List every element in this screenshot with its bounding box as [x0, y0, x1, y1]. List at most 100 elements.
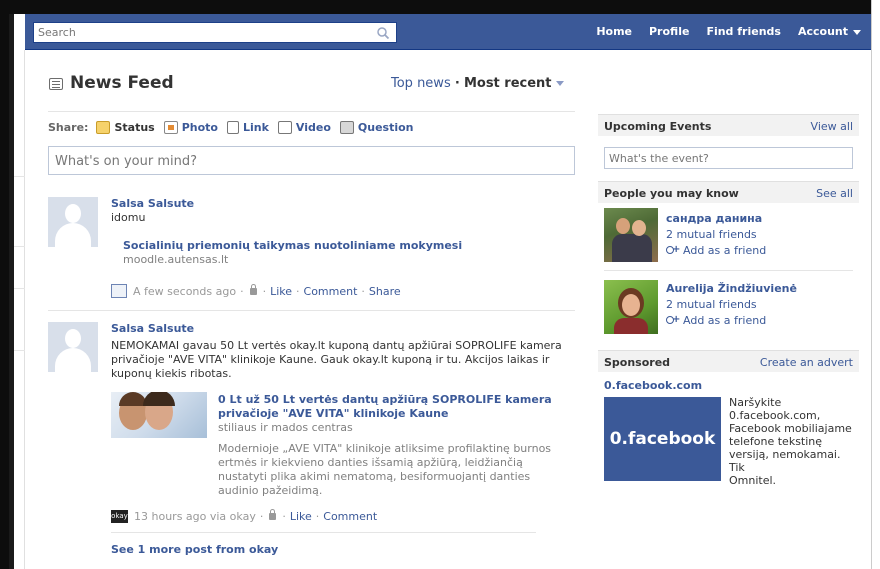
share-video-tab[interactable]: Video — [277, 121, 331, 134]
nav-find-friends[interactable]: Find friends — [699, 14, 791, 50]
link-icon — [226, 121, 239, 134]
left-sidebar-edge — [14, 50, 25, 569]
share-bar: Share: Status Photo Link Video Question — [48, 121, 423, 134]
video-icon — [277, 121, 292, 134]
feed-sort: Top news · Most recent — [391, 76, 564, 91]
add-friend-label: Add as a friend — [683, 314, 767, 327]
avatar[interactable] — [48, 197, 98, 247]
share-photo-tab[interactable]: Photo — [163, 121, 218, 134]
share-question-tab[interactable]: Question — [339, 121, 414, 134]
events-view-all-link[interactable]: View all — [811, 120, 853, 133]
story-author[interactable]: Salsa Salsute — [111, 322, 194, 335]
mutual-friends-link[interactable]: 2 mutual friends — [666, 228, 757, 241]
ad-title-link[interactable]: 0.facebook.com — [604, 379, 702, 392]
search-icon[interactable] — [376, 26, 390, 40]
like-link[interactable]: Like — [270, 285, 292, 298]
lock-icon — [269, 509, 277, 520]
share-link-icon — [111, 284, 127, 298]
pymk-title: People you may know — [604, 187, 739, 200]
attachment-source: stiliaus ir mados centras — [218, 421, 353, 434]
page-title: News Feed — [70, 73, 174, 93]
ad-body-line: telefone tekstinę — [729, 435, 823, 448]
story-timestamp[interactable]: 13 hours ago via okay — [134, 510, 256, 523]
add-friend-icon — [666, 244, 680, 256]
sponsored-header: Sponsored Create an advert — [598, 350, 859, 372]
share-label: Share: — [48, 121, 89, 134]
story-text: idomu — [111, 211, 146, 224]
news-feed-icon — [49, 78, 63, 90]
ad-body: Naršykite 0.facebook.com, Facebook mobil… — [729, 396, 857, 487]
sort-most-recent[interactable]: Most recent — [464, 76, 552, 91]
attachment-desc-line: Modernioje „AVE VITA" klinikoje atliksim… — [218, 442, 552, 455]
chevron-down-icon — [853, 29, 861, 35]
nav-account-label: Account — [797, 25, 848, 38]
story-meta: okay 13 hours ago via okay · · Like · Com… — [111, 509, 378, 523]
divider — [48, 111, 575, 112]
attachment-source: moodle.autensas.lt — [123, 253, 229, 266]
story-timestamp[interactable]: A few seconds ago — [133, 285, 236, 298]
ad-body-line: 0.facebook.com, — [729, 409, 821, 422]
question-icon — [339, 121, 354, 134]
share-status-label: Status — [114, 121, 155, 134]
ad-body-line: Omnitel. — [729, 474, 777, 487]
story-text-line: NEMOKAMAI gavau 50 Lt vertės okay.lt kup… — [111, 339, 562, 352]
story-meta: A few seconds ago · · Like · Comment · Sh… — [111, 283, 401, 298]
sort-separator: · — [454, 76, 460, 91]
nav-profile[interactable]: Profile — [642, 14, 699, 50]
share-status-tab[interactable]: Status — [96, 121, 155, 134]
window-frame-top — [0, 0, 880, 14]
nav-account[interactable]: Account — [791, 14, 871, 50]
window-frame-left — [0, 0, 14, 569]
event-input[interactable]: What's the event? — [604, 147, 853, 169]
share-question-label: Question — [357, 121, 414, 134]
events-header: Upcoming Events View all — [598, 114, 859, 136]
pymk-see-all-link[interactable]: See all — [816, 187, 853, 200]
pymk-header: People you may know See all — [598, 181, 859, 203]
see-more-posts-link[interactable]: See 1 more post from okay — [111, 543, 278, 556]
status-input[interactable]: What's on your mind? — [48, 146, 575, 175]
window-frame-right — [871, 0, 880, 569]
attachment-title[interactable]: Socialinių priemonių taikymas nuotolinia… — [123, 239, 462, 253]
sponsored-title: Sponsored — [604, 356, 671, 369]
add-friend-icon — [666, 314, 680, 326]
ad-body-line: versiją, nemokamai. Tik — [729, 448, 841, 474]
top-bar: Home Profile Find friends Account — [25, 14, 871, 50]
divider — [111, 532, 536, 533]
add-friend-link[interactable]: Add as a friend — [666, 314, 766, 327]
comment-link[interactable]: Comment — [323, 510, 377, 523]
lock-icon — [249, 283, 257, 295]
attachment-desc-line: ertmės ir kiekvieno danties išsamią apži… — [218, 456, 523, 469]
attachment-title-line[interactable]: 0 Lt už 50 Lt vertės dantų apžiūrą SOPRO… — [218, 393, 552, 407]
chevron-down-icon[interactable] — [555, 81, 564, 86]
attachment-thumbnail[interactable] — [111, 392, 207, 438]
person-name[interactable]: сандра данина — [666, 212, 762, 225]
create-advert-link[interactable]: Create an advert — [760, 356, 853, 369]
story-author[interactable]: Salsa Salsute — [111, 197, 194, 210]
share-link-tab[interactable]: Link — [226, 121, 269, 134]
ad-image[interactable]: 0.facebook — [604, 397, 721, 481]
person-photo[interactable] — [604, 280, 658, 334]
search-input[interactable] — [34, 23, 364, 42]
share-photo-label: Photo — [181, 121, 218, 134]
add-friend-label: Add as a friend — [683, 244, 767, 257]
avatar[interactable] — [48, 322, 98, 372]
sort-top-news-link[interactable]: Top news — [391, 76, 451, 91]
share-link[interactable]: Share — [369, 285, 401, 298]
nav-home[interactable]: Home — [589, 14, 642, 50]
like-link[interactable]: Like — [290, 510, 312, 523]
top-nav: Home Profile Find friends Account — [589, 14, 871, 50]
share-video-label: Video — [295, 121, 331, 134]
search-box[interactable] — [33, 22, 397, 43]
ad-body-line: Facebook mobiliajame — [729, 422, 852, 435]
person-name[interactable]: Aurelija Žindžiuvienė — [666, 282, 797, 295]
add-friend-link[interactable]: Add as a friend — [666, 244, 766, 257]
divider — [48, 310, 575, 311]
comment-link[interactable]: Comment — [304, 285, 358, 298]
story-text-line: privačioje "AVE VITA" klinikoje Kaune. G… — [111, 353, 550, 366]
mutual-friends-link[interactable]: 2 mutual friends — [666, 298, 757, 311]
story-text-line: kuponų kiekis ribotas. — [111, 367, 232, 380]
attachment-title-line[interactable]: privačioje "AVE VITA" klinikoje Kaune — [218, 407, 448, 421]
divider — [604, 270, 853, 271]
person-photo[interactable] — [604, 208, 658, 262]
okay-app-icon: okay — [111, 510, 128, 523]
